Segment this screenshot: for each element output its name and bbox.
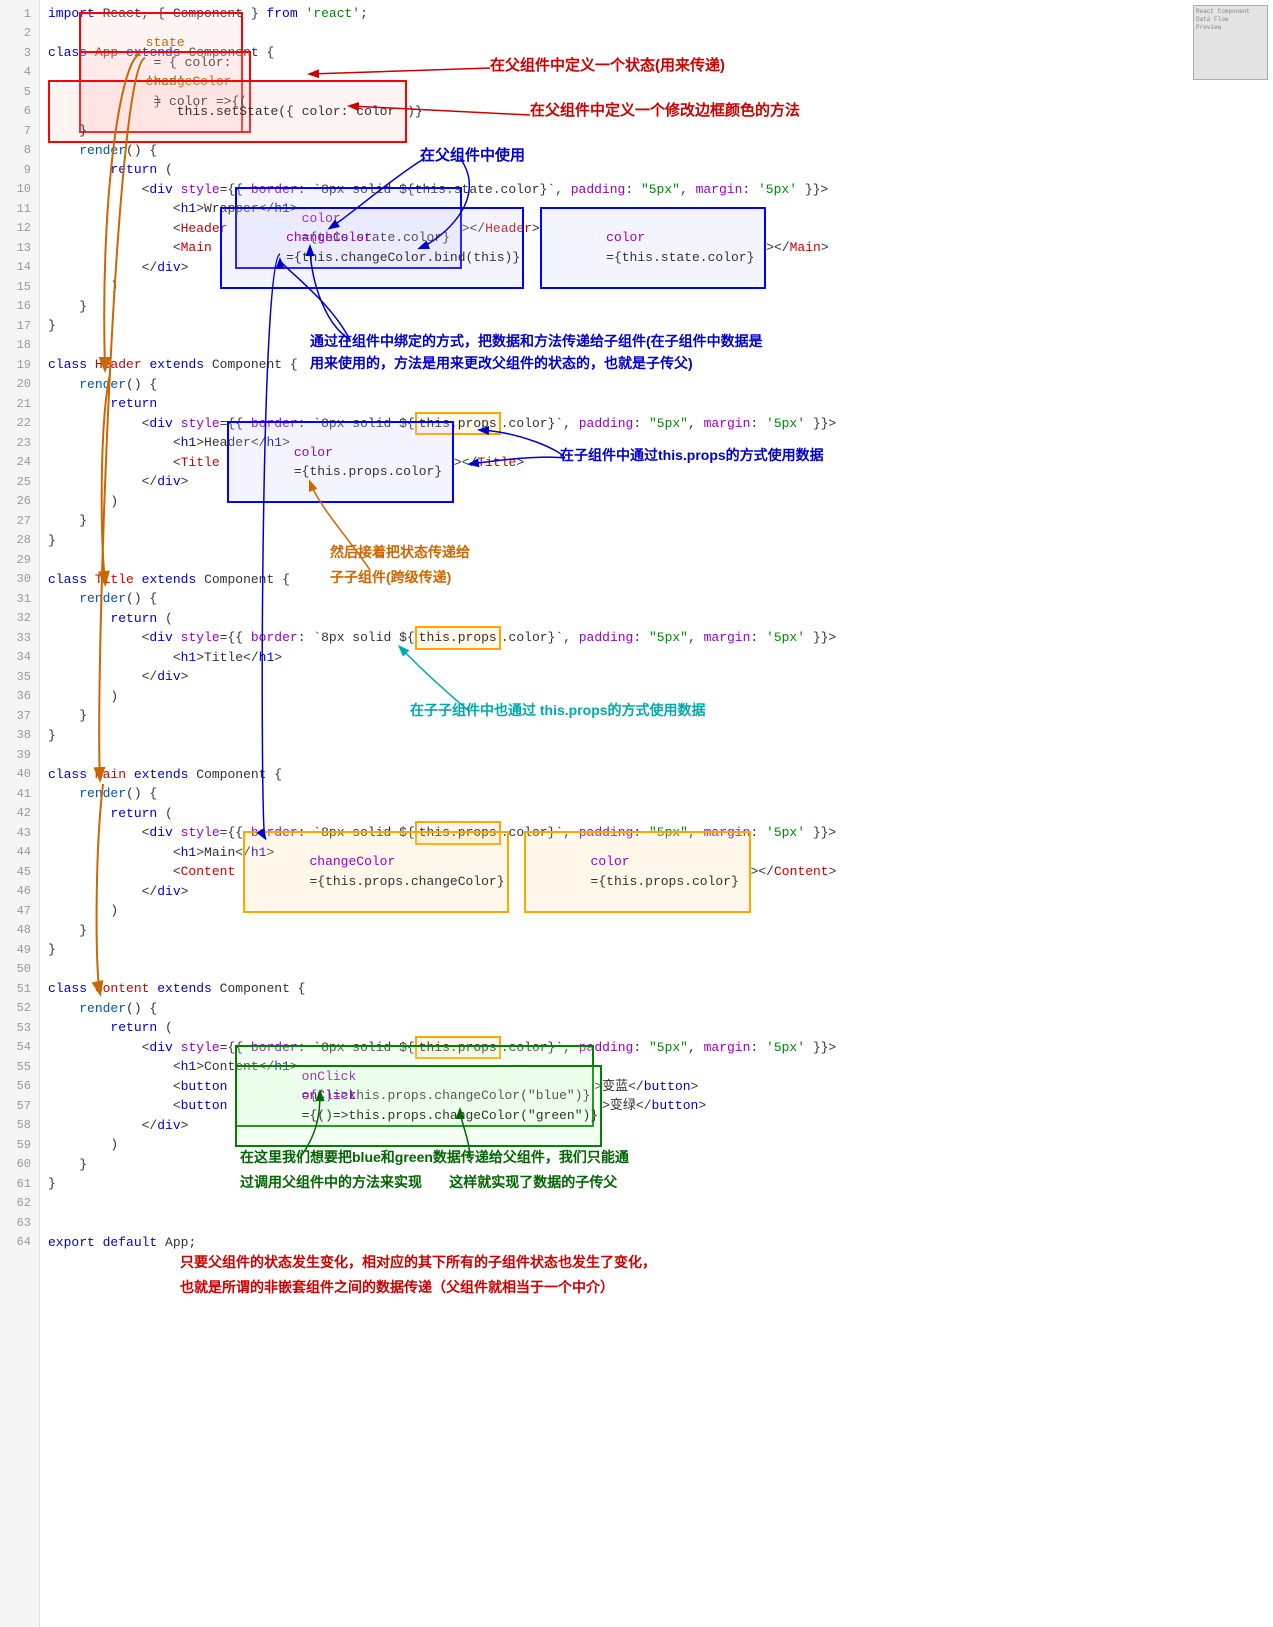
code-line-19: class Header extends Component { xyxy=(48,355,1265,375)
code-line-35: </ div > xyxy=(48,667,1265,687)
code-line-27: } xyxy=(48,511,1265,531)
code-line-38: } xyxy=(48,726,1265,746)
code-line-63 xyxy=(48,1213,1265,1233)
code-line-46: </ div > xyxy=(48,882,1265,902)
code-line-42: return ( xyxy=(48,804,1265,824)
code-line-64: export default App; xyxy=(48,1233,1265,1253)
code-line-57: < button onClick ={()=>this.props.change… xyxy=(48,1096,1265,1116)
code-line-20: render () { xyxy=(48,375,1265,395)
code-line-29 xyxy=(48,550,1265,570)
code-line-9: return ( xyxy=(48,160,1265,180)
code-line-50 xyxy=(48,960,1265,980)
code-line-26: ) xyxy=(48,492,1265,512)
thumbnail: React ComponentData FlowPreview xyxy=(1193,5,1268,80)
code-line-61: } xyxy=(48,1174,1265,1194)
code-line-59: ) xyxy=(48,1135,1265,1155)
line-numbers: 1 2 3 4 5 6 7 8 9 10 11 12 13 14 15 16 1… xyxy=(0,0,40,1627)
code-line-58: </ div > xyxy=(48,1116,1265,1136)
code-line-15: ) xyxy=(48,277,1265,297)
code-line-17: } xyxy=(48,316,1265,336)
code-line-24: < Title color ={this.props.color} ></ Ti… xyxy=(48,453,1265,473)
code-line-55: < h1 >Content</ h1 > xyxy=(48,1057,1265,1077)
code-line-36: ) xyxy=(48,687,1265,707)
code-line-40: class Main extends Component { xyxy=(48,765,1265,785)
code-line-52: render () { xyxy=(48,999,1265,1019)
code-line-21: return xyxy=(48,394,1265,414)
code-line-33: < div style ={{ border : `8px solid ${ t… xyxy=(48,628,1265,648)
code-line-32: return ( xyxy=(48,609,1265,629)
code-container: 1 2 3 4 5 6 7 8 9 10 11 12 13 14 15 16 1… xyxy=(0,0,1273,1627)
code-line-10: < div style ={{ border : `8px solid ${th… xyxy=(48,180,1265,200)
code-line-13: < Main changeColor ={this.changeColor.bi… xyxy=(48,238,1265,258)
code-line-53: return ( xyxy=(48,1018,1265,1038)
code-line-7: } xyxy=(48,121,1265,141)
code-line-49: } xyxy=(48,940,1265,960)
code-area: import React, { Component } from 'react'… xyxy=(40,0,1273,1627)
code-line-60: } xyxy=(48,1155,1265,1175)
code-line-30: class Title extends Component { xyxy=(48,570,1265,590)
code-line-25: </ div > xyxy=(48,472,1265,492)
code-line-54: < div style ={{ border : `8px solid ${ t… xyxy=(48,1038,1265,1058)
code-line-47: ) xyxy=(48,901,1265,921)
code-line-48: } xyxy=(48,921,1265,941)
code-line-31: render () { xyxy=(48,589,1265,609)
code-line-56: < button onClick ={()=>this.props.change… xyxy=(48,1077,1265,1097)
code-line-62 xyxy=(48,1194,1265,1214)
code-line-14: </ div > xyxy=(48,258,1265,278)
code-line-41: render () { xyxy=(48,784,1265,804)
code-line-34: < h1 >Title</ h1 > xyxy=(48,648,1265,668)
code-line-45: < Content changeColor ={this.props.chang… xyxy=(48,862,1265,882)
code-line-18 xyxy=(48,336,1265,356)
code-line-39 xyxy=(48,745,1265,765)
code-line-16: } xyxy=(48,297,1265,317)
code-line-51: class Content extends Component { xyxy=(48,979,1265,999)
annotation-9: 只要父组件的状态发生变化，相对应的其下所有的子组件状态也发生了变化，也就是所谓的… xyxy=(180,1250,656,1300)
code-line-6: this.setState({ color: color )} xyxy=(48,102,1265,122)
code-line-28: } xyxy=(48,531,1265,551)
code-line-37: } xyxy=(48,706,1265,726)
code-line-8: render () { xyxy=(48,141,1265,161)
